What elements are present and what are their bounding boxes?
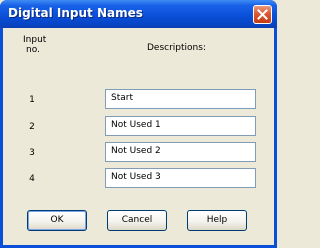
input-number-4: 4 <box>29 174 35 184</box>
description-field-3[interactable]: Not Used 2 <box>105 142 256 162</box>
input-number-3: 3 <box>29 148 35 158</box>
window-title: Digital Input Names <box>8 6 143 20</box>
input-no-header: Input no. <box>23 35 47 55</box>
title-bar[interactable]: Digital Input Names <box>0 0 277 28</box>
help-button[interactable]: Help <box>187 210 247 231</box>
ok-button[interactable]: OK <box>27 210 87 231</box>
cancel-button[interactable]: Cancel <box>107 210 167 231</box>
descriptions-header: Descriptions: <box>147 43 206 53</box>
description-field-4[interactable]: Not Used 3 <box>105 168 256 188</box>
close-button[interactable] <box>253 5 272 24</box>
description-field-1[interactable]: Start <box>105 89 256 109</box>
input-number-2: 2 <box>29 122 35 132</box>
close-x-icon <box>257 9 268 20</box>
input-number-1: 1 <box>29 95 35 105</box>
description-field-2[interactable]: Not Used 1 <box>105 116 256 136</box>
